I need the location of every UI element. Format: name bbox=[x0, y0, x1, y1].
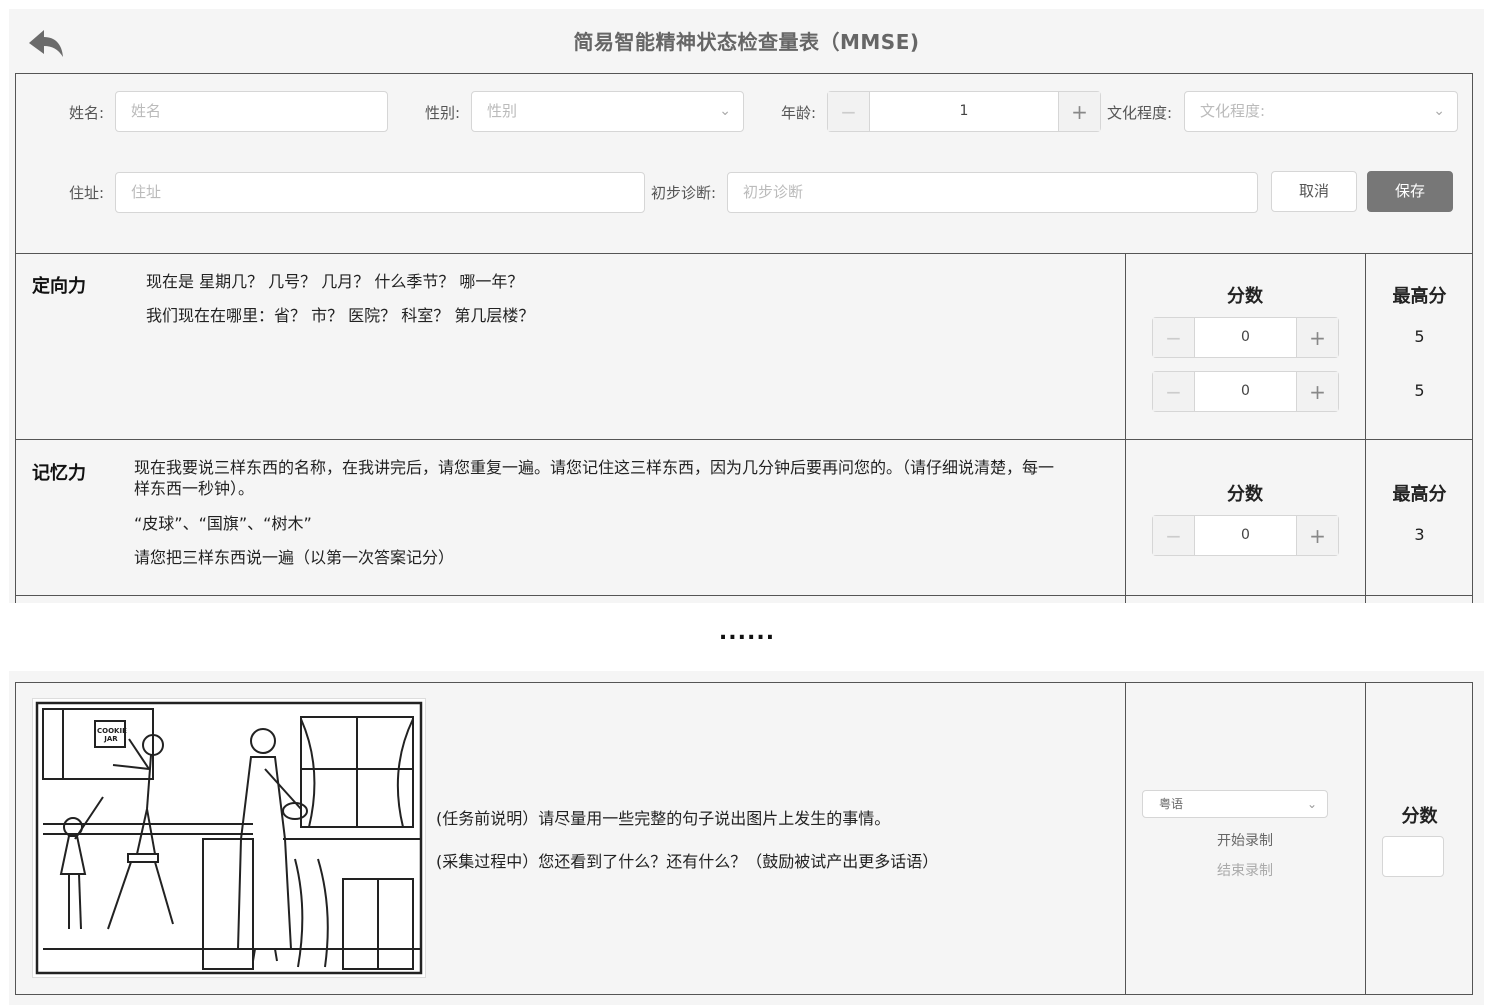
bottom-panel: COOKIE JAR (任务前说明）请尽量用一些完整的句子说出图片上发生的事情。… bbox=[9, 671, 1484, 1005]
diagnosis-input[interactable]: 初步诊断 bbox=[727, 172, 1258, 213]
decrement-button[interactable]: − bbox=[1153, 318, 1195, 357]
gender-select[interactable]: 性别 ⌄ bbox=[471, 91, 744, 132]
gender-label: 性别: bbox=[424, 104, 460, 122]
chevron-down-icon: ⌄ bbox=[1306, 797, 1317, 811]
save-button[interactable]: 保存 bbox=[1367, 171, 1453, 212]
orientation-question-1: 现在是 星期几？ 几号？ 几月？ 什么季节？ 哪一年？ bbox=[146, 272, 524, 291]
memory-question-2: 请您把三样东西说一遍（以第一次答案记分） bbox=[134, 548, 455, 567]
orientation-score-2[interactable]: 0 bbox=[1195, 372, 1296, 411]
top-panel: 简易智能精神状态检查量表（MMSE) 姓名: 姓名 性别: 性别 ⌄ 年龄: −… bbox=[9, 9, 1484, 603]
cookie-jar-label: COOKIE JAR bbox=[97, 727, 127, 743]
score-column-header: 分数 bbox=[1227, 286, 1263, 307]
cancel-button[interactable]: 取消 bbox=[1271, 171, 1357, 212]
gender-placeholder: 性别 bbox=[487, 102, 518, 120]
memory-question-1-line-2: 样东西一秒钟）。 bbox=[134, 479, 255, 498]
row-divider bbox=[16, 595, 1472, 596]
decrement-button[interactable]: − bbox=[1153, 372, 1195, 411]
diagnosis-label: 初步诊断: bbox=[650, 184, 716, 202]
picture-description-row: COOKIE JAR (任务前说明）请尽量用一些完整的句子说出图片上发生的事情。… bbox=[15, 682, 1473, 995]
memory-title: 记忆力 bbox=[32, 463, 86, 484]
education-select[interactable]: 文化程度: ⌄ bbox=[1184, 91, 1458, 132]
task-instruction-2: (采集过程中）您还看到了什么？还有什么？（鼓励被试产出更多话语） bbox=[436, 852, 939, 871]
address-input[interactable]: 住址 bbox=[115, 172, 645, 213]
max-score-column-header: 最高分 bbox=[1392, 286, 1447, 307]
chevron-down-icon: ⌄ bbox=[719, 103, 731, 119]
age-increment-button[interactable]: + bbox=[1058, 92, 1100, 131]
memory-max: 3 bbox=[1414, 525, 1425, 544]
orientation-max-2: 5 bbox=[1414, 381, 1425, 400]
chevron-down-icon: ⌄ bbox=[1433, 103, 1445, 119]
task-instruction-1: (任务前说明）请尽量用一些完整的句子说出图片上发生的事情。 bbox=[436, 809, 891, 828]
orientation-title: 定向力 bbox=[32, 276, 86, 297]
memory-question-1-line-1: 现在我要说三样东西的名称，在我讲完后，请您重复一遍。请您记住这三样东西，因为几分… bbox=[134, 458, 1055, 477]
description-score-input[interactable] bbox=[1382, 836, 1444, 877]
memory-score-stepper: − 0 + bbox=[1152, 515, 1339, 556]
orientation-score-stepper-2: − 0 + bbox=[1152, 371, 1339, 412]
orientation-score-1[interactable]: 0 bbox=[1195, 318, 1296, 357]
language-value: 粤语 bbox=[1159, 797, 1184, 811]
assessment-table: 定向力 现在是 星期几？ 几号？ 几月？ 什么季节？ 哪一年？ 我们现在在哪里：… bbox=[15, 253, 1473, 603]
orientation-question-2: 我们现在在哪里：省？ 市？ 医院？ 科室？ 第几层楼？ bbox=[146, 306, 535, 325]
row-divider bbox=[16, 439, 1472, 440]
orientation-score-stepper-1: − 0 + bbox=[1152, 317, 1339, 358]
orientation-max-1: 5 bbox=[1414, 327, 1425, 346]
score-column-header: 分数 bbox=[1401, 806, 1438, 827]
score-column-header: 分数 bbox=[1227, 484, 1263, 505]
age-decrement-button[interactable]: − bbox=[828, 92, 870, 131]
stop-recording-button[interactable]: 结束录制 bbox=[1125, 860, 1365, 880]
omission-marker: ...... bbox=[718, 620, 776, 645]
cookie-theft-picture: COOKIE JAR bbox=[32, 698, 426, 978]
memory-score[interactable]: 0 bbox=[1195, 516, 1296, 555]
start-recording-button[interactable]: 开始录制 bbox=[1125, 830, 1365, 850]
age-stepper: − 1 + bbox=[827, 91, 1101, 132]
increment-button[interactable]: + bbox=[1296, 372, 1338, 411]
age-value[interactable]: 1 bbox=[870, 92, 1058, 131]
education-placeholder: 文化程度: bbox=[1200, 102, 1266, 120]
memory-words: “皮球”、“国旗”、“树木” bbox=[134, 514, 312, 533]
name-label: 姓名: bbox=[68, 104, 104, 122]
language-select[interactable]: 粤语 ⌄ bbox=[1142, 790, 1328, 818]
age-label: 年龄: bbox=[780, 104, 816, 122]
decrement-button[interactable]: − bbox=[1153, 516, 1195, 555]
education-label: 文化程度: bbox=[1106, 104, 1172, 122]
address-label: 住址: bbox=[68, 184, 104, 202]
patient-info-form: 姓名: 姓名 性别: 性别 ⌄ 年龄: − 1 + 文化程度: 文化程度: ⌄ … bbox=[15, 73, 1473, 253]
column-divider bbox=[1365, 683, 1366, 994]
name-input[interactable]: 姓名 bbox=[115, 91, 388, 132]
page-title: 简易智能精神状态检查量表（MMSE) bbox=[573, 30, 920, 54]
max-score-column-header: 最高分 bbox=[1392, 484, 1447, 505]
increment-button[interactable]: + bbox=[1296, 318, 1338, 357]
increment-button[interactable]: + bbox=[1296, 516, 1338, 555]
